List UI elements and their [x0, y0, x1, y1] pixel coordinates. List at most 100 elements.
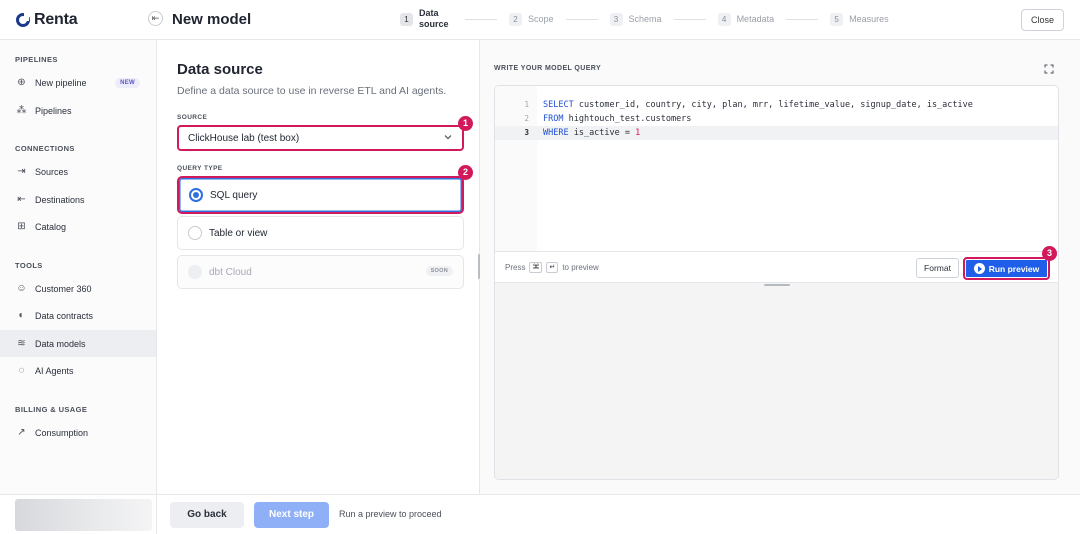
footer-bar: Go back Next step Run a preview to proce… — [157, 494, 1080, 534]
database-icon: ≋ — [17, 338, 26, 349]
step-data-source[interactable]: 1 Data source — [400, 8, 453, 30]
shortcut-hint: Press ⌘ ↵ to preview — [505, 262, 599, 273]
run-preview-button[interactable]: Run preview — [963, 257, 1050, 280]
sidebar-item-pipelines[interactable]: ⁂ Pipelines — [0, 97, 156, 124]
line-number: 1 — [524, 100, 529, 109]
play-icon — [973, 263, 985, 274]
source-label: SOURCE — [177, 114, 208, 121]
step-connector — [465, 18, 497, 20]
step-measures[interactable]: 5 Measures — [830, 12, 889, 26]
code-line: 1 SELECT customer_id, country, city, pla… — [495, 98, 1058, 112]
sidebar-item-label: Pipelines — [35, 105, 72, 116]
source-select-value: ClickHouse lab (test box) — [188, 132, 300, 144]
step-label: Schema — [628, 13, 662, 24]
option-table-or-view[interactable]: Table or view — [177, 216, 464, 250]
option-label: SQL query — [210, 189, 258, 201]
next-step-button[interactable]: Next step — [254, 502, 329, 528]
sidebar-item-label: Data models — [35, 338, 86, 349]
step-label: Metadata — [736, 13, 775, 24]
code-area[interactable]: 1 SELECT customer_id, country, city, pla… — [495, 86, 1058, 251]
step-connector — [673, 18, 706, 20]
sidebar-item-customer-360[interactable]: ☺ Customer 360 — [0, 275, 156, 302]
sign-in-icon: ⇥ — [17, 166, 26, 177]
step-label: Data source — [419, 8, 449, 29]
line-number: 2 — [524, 114, 529, 123]
sidebar-item-ai-agents[interactable]: ◌ AI Agents — [0, 357, 156, 384]
option-sql-query[interactable]: SQL query — [177, 176, 464, 214]
radio-disabled-icon — [188, 265, 202, 279]
sidebar-item-label: Data contracts — [35, 310, 94, 321]
step-number: 1 — [400, 12, 413, 26]
step-connector — [786, 18, 819, 20]
option-label: Table or view — [209, 227, 268, 239]
expand-icon[interactable] — [1044, 64, 1054, 74]
sidebar-item-catalog[interactable]: ⊞ Catalog — [0, 213, 156, 240]
preview-results-area — [495, 283, 1058, 479]
option-label: dbt Cloud — [209, 266, 252, 278]
step-number: 3 — [609, 12, 623, 26]
sidebar-item-consumption[interactable]: ↗ Consumption — [0, 419, 156, 446]
shield-icon: ◐ — [18, 310, 25, 321]
query-editor-panel: WRITE YOUR MODEL QUERY 1 SELECT customer… — [480, 40, 1080, 494]
sidebar-item-label: Consumption — [35, 427, 89, 438]
option-dbt-cloud: dbt Cloud SOON — [177, 255, 464, 289]
chevron-down-icon — [444, 135, 452, 140]
sidebar-item-label: Destinations — [35, 194, 85, 205]
step-connector — [565, 18, 598, 20]
sidebar-item-label: Sources — [35, 166, 69, 177]
section-subtitle: Define a data source to use in reverse E… — [177, 85, 447, 97]
hint-text: to preview — [562, 263, 599, 272]
sidebar-item-label: New pipeline — [35, 77, 87, 88]
sidebar-item-new-pipeline[interactable]: ⊕ New pipeline NEW — [0, 69, 156, 96]
sidebar: PIPELINES ⊕ New pipeline NEW ⁂ Pipelines… — [0, 40, 157, 534]
code-line: 2 FROM hightouch_test.customers — [495, 112, 1058, 126]
sidebar-item-label: Catalog — [35, 221, 67, 232]
sidebar-footer — [0, 494, 156, 534]
code-text: WHERE is_active = 1 — [543, 128, 641, 138]
code-text: SELECT customer_id, country, city, plan,… — [543, 100, 973, 110]
step-metadata[interactable]: 4 Metadata — [717, 12, 775, 26]
line-number: 3 — [524, 128, 529, 137]
collapse-sidebar-icon[interactable]: ⇤ — [148, 11, 163, 26]
radio-selected-icon — [189, 188, 203, 202]
editor-label: WRITE YOUR MODEL QUERY — [494, 65, 602, 72]
format-button[interactable]: Format — [916, 258, 959, 278]
pipelines-icon: ⁂ — [16, 105, 27, 116]
step-number: 2 — [509, 12, 522, 26]
sidebar-item-label: AI Agents — [35, 365, 74, 376]
query-type-label: QUERY TYPE — [177, 165, 223, 172]
top-bar: Renta ⇤ New model 1 Data source 2 Scope … — [0, 0, 1080, 40]
step-number: 5 — [830, 12, 844, 26]
logo-text: Renta — [34, 11, 78, 28]
hint-text: Press — [505, 263, 526, 272]
go-back-button[interactable]: Go back — [170, 502, 244, 528]
close-button[interactable]: Close — [1021, 9, 1064, 31]
renta-logo-icon — [16, 13, 30, 27]
annotation-marker-1: 1 — [458, 116, 473, 131]
command-key-icon: ⌘ — [529, 262, 543, 273]
user-icon: ☺ — [16, 283, 27, 294]
sidebar-item-destinations[interactable]: ⇤ Destinations — [0, 186, 156, 213]
sidebar-item-data-models[interactable]: ≋ Data models — [0, 330, 156, 357]
resize-handle[interactable] — [764, 284, 790, 286]
annotation-marker-3: 3 — [1042, 246, 1057, 261]
sidebar-item-sources[interactable]: ⇥ Sources — [0, 158, 156, 185]
step-schema[interactable]: 3 Schema — [609, 12, 662, 26]
stepper: 1 Data source 2 Scope 3 Schema 4 Metadat… — [400, 8, 889, 30]
editor-toolbar: Press ⌘ ↵ to preview Format Run preview — [495, 251, 1058, 283]
logo[interactable]: Renta — [16, 11, 78, 29]
account-avatar[interactable] — [15, 499, 152, 531]
new-badge: NEW — [115, 77, 140, 88]
page-title: New model — [172, 11, 252, 28]
step-scope[interactable]: 2 Scope — [509, 12, 554, 26]
step-label: Measures — [849, 13, 889, 24]
chart-icon: ↗ — [17, 427, 26, 438]
section-title: Data source — [177, 61, 263, 78]
sidebar-item-data-contracts[interactable]: ◐ Data contracts — [0, 302, 156, 329]
code-line-current: 3 WHERE is_active = 1 — [495, 126, 1058, 140]
enter-key-icon: ↵ — [546, 262, 559, 273]
run-preview-label: Run preview — [988, 263, 1040, 274]
sql-editor: 1 SELECT customer_id, country, city, pla… — [494, 85, 1059, 480]
sidebar-section-connections: CONNECTIONS — [15, 144, 75, 153]
source-select[interactable]: ClickHouse lab (test box) — [177, 125, 464, 151]
